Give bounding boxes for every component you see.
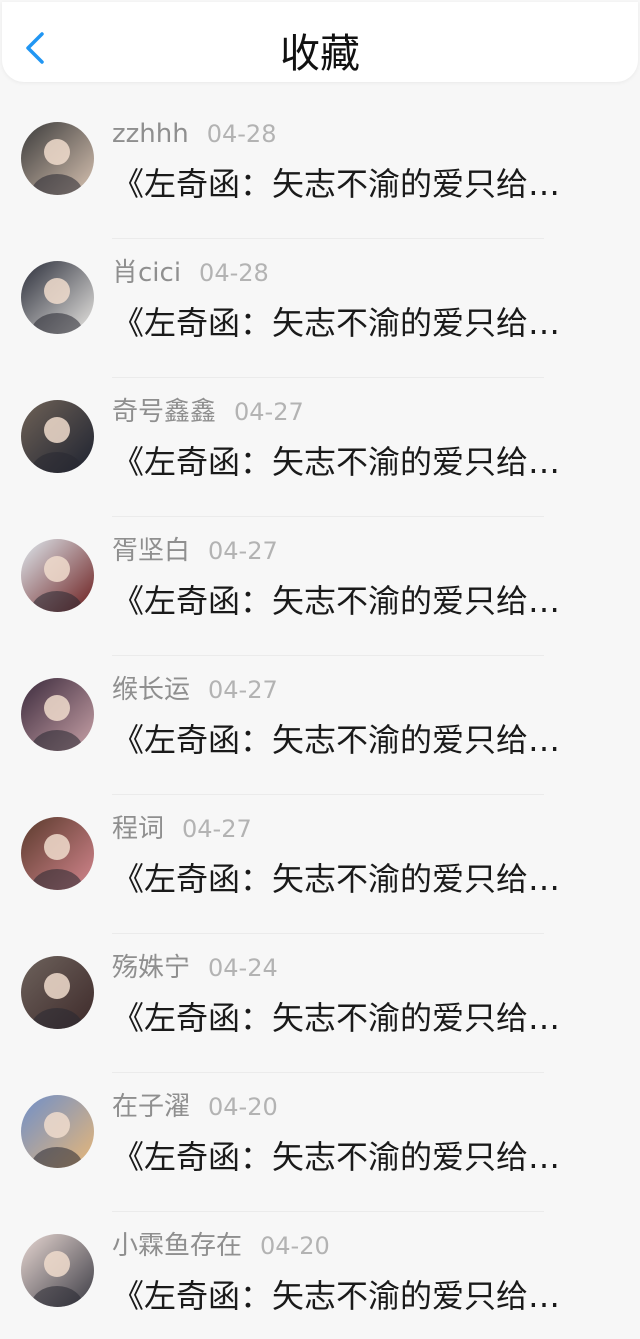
username: 殇姝宁 04-24 bbox=[112, 952, 278, 984]
avatar-image bbox=[21, 678, 94, 751]
username-text: 小霖鱼存在 bbox=[112, 1231, 243, 1261]
username-text: 程词 bbox=[112, 814, 165, 844]
date: 04-24 bbox=[208, 954, 278, 982]
avatar-image bbox=[21, 122, 94, 195]
avatar[interactable] bbox=[21, 122, 94, 195]
avatar-image bbox=[21, 1234, 94, 1307]
date: 04-20 bbox=[208, 1093, 278, 1121]
avatar-image bbox=[21, 261, 94, 334]
avatar-image bbox=[21, 817, 94, 890]
avatar[interactable] bbox=[21, 817, 94, 890]
article-title: 《左奇函：矢志不渝的爱只给… bbox=[112, 304, 561, 342]
username: 胥坚白 04-27 bbox=[112, 535, 278, 567]
username: 肖cici 04-28 bbox=[112, 257, 269, 289]
article-title: 《左奇函：矢志不渝的爱只给… bbox=[112, 582, 561, 620]
date: 04-28 bbox=[199, 259, 269, 287]
avatar-image bbox=[21, 539, 94, 612]
page-title: 收藏 bbox=[280, 31, 360, 77]
avatar[interactable] bbox=[21, 956, 94, 1029]
avatar[interactable] bbox=[21, 400, 94, 473]
avatar[interactable] bbox=[21, 1234, 94, 1307]
avatar[interactable] bbox=[21, 539, 94, 612]
avatar-image bbox=[21, 400, 94, 473]
date: 04-28 bbox=[206, 120, 277, 148]
username: 在子濯 04-20 bbox=[112, 1091, 278, 1123]
date: 04-27 bbox=[208, 676, 278, 704]
avatar[interactable] bbox=[21, 678, 94, 751]
list-item[interactable]: 程词 04-27 《左奇函：矢志不渝的爱只给… bbox=[0, 795, 640, 934]
username: 小霖鱼存在 04-20 bbox=[112, 1230, 330, 1262]
article-title: 《左奇函：矢志不渝的爱只给… bbox=[112, 443, 561, 481]
username-text: 肖cici bbox=[112, 258, 182, 288]
favorites-screen: 收藏 zzhhh 04-28 《左奇函：矢志不渝的爱只给… 肖cici 04-28 《左奇… bbox=[0, 0, 640, 1339]
username-text: 缑长运 bbox=[112, 675, 191, 705]
list-item[interactable]: 殇姝宁 04-24 《左奇函：矢志不渝的爱只给… bbox=[0, 934, 640, 1073]
date: 04-27 bbox=[208, 537, 278, 565]
list-item[interactable]: 缑长运 04-27 《左奇函：矢志不渝的爱只给… bbox=[0, 656, 640, 795]
username-text: 殇姝宁 bbox=[112, 953, 191, 983]
list-item[interactable]: 小霖鱼存在 04-20 《左奇函：矢志不渝的爱只给… bbox=[0, 1212, 640, 1339]
favorites-list: zzhhh 04-28 《左奇函：矢志不渝的爱只给… 肖cici 04-28 《左奇函：矢… bbox=[0, 100, 640, 1339]
list-item[interactable]: 肖cici 04-28 《左奇函：矢志不渝的爱只给… bbox=[0, 239, 640, 378]
list-item[interactable]: 奇号鑫鑫 04-27 《左奇函：矢志不渝的爱只给… bbox=[0, 378, 640, 517]
article-title: 《左奇函：矢志不渝的爱只给… bbox=[112, 860, 561, 898]
date: 04-27 bbox=[182, 815, 252, 843]
avatar-image bbox=[21, 1095, 94, 1168]
article-title: 《左奇函：矢志不渝的爱只给… bbox=[112, 1138, 561, 1176]
article-title: 《左奇函：矢志不渝的爱只给… bbox=[112, 721, 561, 759]
date: 04-20 bbox=[260, 1232, 330, 1260]
avatar[interactable] bbox=[21, 261, 94, 334]
username: 缑长运 04-27 bbox=[112, 674, 278, 706]
article-title: 《左奇函：矢志不渝的爱只给… bbox=[112, 1277, 561, 1315]
username-text: 在子濯 bbox=[112, 1092, 191, 1122]
username: 奇号鑫鑫 04-27 bbox=[112, 396, 304, 428]
list-item[interactable]: 在子濯 04-20 《左奇函：矢志不渝的爱只给… bbox=[0, 1073, 640, 1212]
top-bar: 收藏 bbox=[2, 2, 638, 82]
avatar[interactable] bbox=[21, 1095, 94, 1168]
date: 04-27 bbox=[234, 398, 304, 426]
username-text: 奇号鑫鑫 bbox=[112, 397, 217, 427]
username-text: zzhhh bbox=[112, 119, 189, 149]
article-title: 《左奇函：矢志不渝的爱只给… bbox=[112, 999, 561, 1037]
list-item[interactable]: 胥坚白 04-27 《左奇函：矢志不渝的爱只给… bbox=[0, 517, 640, 656]
username: zzhhh 04-28 bbox=[112, 118, 276, 150]
username: 程词 04-27 bbox=[112, 813, 252, 845]
username-text: 胥坚白 bbox=[112, 536, 191, 566]
list-item[interactable]: zzhhh 04-28 《左奇函：矢志不渝的爱只给… bbox=[0, 100, 640, 239]
article-title: 《左奇函：矢志不渝的爱只给… bbox=[112, 165, 561, 203]
avatar-image bbox=[21, 956, 94, 1029]
